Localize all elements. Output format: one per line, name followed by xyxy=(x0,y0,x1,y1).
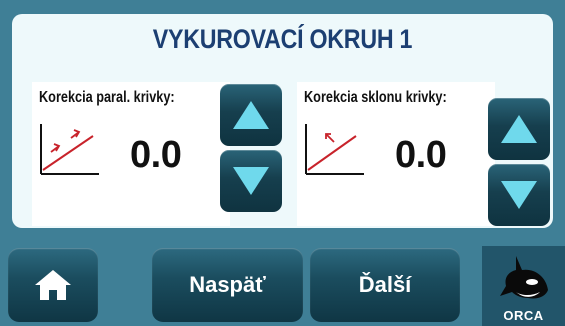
logo-text: ORCA xyxy=(503,308,544,323)
slope-curve-icon xyxy=(305,124,364,175)
triangle-up-icon xyxy=(501,115,537,143)
slope-correction-label: Korekcia sklonu krivky: xyxy=(304,89,447,106)
slope-decrease-button[interactable] xyxy=(488,164,550,226)
parallel-correction-label: Korekcia paral. krivky: xyxy=(39,89,175,106)
orca-whale-icon xyxy=(500,256,548,299)
parallel-shift-curve-icon xyxy=(40,124,99,175)
parallel-correction-card: Korekcia paral. krivky: 0.0 xyxy=(32,82,230,226)
triangle-up-icon xyxy=(233,101,269,129)
triangle-down-icon xyxy=(233,167,269,195)
next-button[interactable]: Ďalší xyxy=(310,248,460,322)
parallel-correction-value: 0.0 xyxy=(130,134,182,176)
page-title: VYKUROVACÍ OKRUH 1 xyxy=(152,24,413,54)
parallel-increase-button[interactable] xyxy=(220,84,282,146)
screen-background: VYKUROVACÍ OKRUH 1 Korekcia paral. krivk… xyxy=(0,0,565,326)
slope-increase-button[interactable] xyxy=(488,98,550,160)
main-panel: VYKUROVACÍ OKRUH 1 Korekcia paral. krivk… xyxy=(12,14,553,228)
triangle-down-icon xyxy=(501,181,537,209)
parallel-decrease-button[interactable] xyxy=(220,150,282,212)
orca-logo: ORCA xyxy=(482,246,565,326)
home-icon xyxy=(35,270,71,300)
slope-correction-card: Korekcia sklonu krivky: 0.0 xyxy=(297,82,495,226)
back-button[interactable]: Naspäť xyxy=(152,248,303,322)
slope-correction-value: 0.0 xyxy=(395,134,447,176)
home-button[interactable] xyxy=(8,248,98,322)
